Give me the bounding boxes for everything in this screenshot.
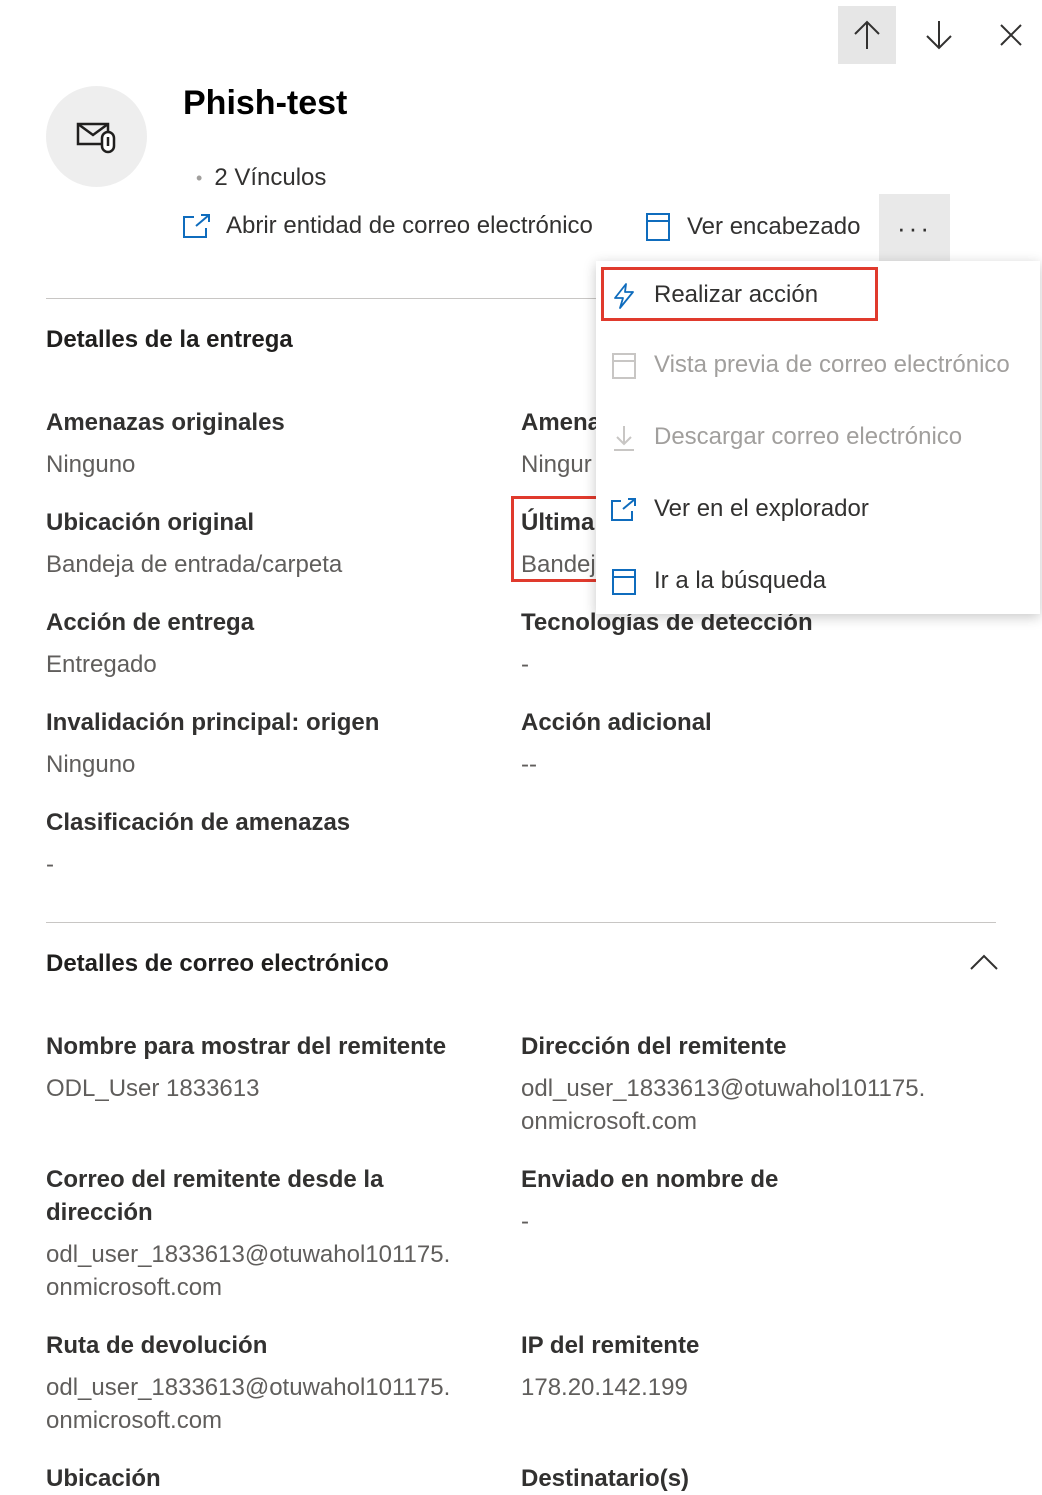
links-count: • 2 Vínculos: [196, 164, 326, 192]
field-label: Destinatario(s): [521, 1465, 690, 1492]
menu-item-label: Descargar correo electrónico: [654, 423, 963, 450]
more-actions-button[interactable]: ···: [879, 194, 950, 262]
open-external-icon: [183, 214, 210, 238]
preview-icon: [612, 353, 636, 379]
next-item-button[interactable]: [910, 6, 968, 64]
field-label: IP del remitente: [521, 1332, 700, 1359]
arrow-down-icon: [926, 21, 952, 50]
field-label-continued: dirección: [46, 1199, 153, 1226]
field-value: odl_user_1833613@otuwahol101175.: [46, 1374, 451, 1401]
field-value: odl_user_1833613@otuwahol101175.: [521, 1075, 926, 1102]
close-icon: [1000, 24, 1022, 46]
email-details-title: Detalles de correo electrónico: [46, 950, 389, 977]
field-value: Ninguno: [46, 451, 136, 478]
field-label: Correo del remitente desde la: [46, 1166, 384, 1193]
field-label: Nombre para mostrar del remitente: [46, 1033, 447, 1060]
field-value: Bandeja de entrada/carpeta: [46, 551, 343, 578]
arrow-up-icon: [854, 20, 880, 49]
menu-item-label: Ver en el explorador: [654, 495, 869, 522]
field-value-continued: onmicrosoft.com: [46, 1274, 223, 1301]
field-label: Ubicación original: [46, 509, 255, 536]
menu-item-go-to-search[interactable]: Ir a la búsqueda: [596, 551, 1040, 611]
field-value: Ningur: [521, 451, 592, 478]
field-label: Amena: [521, 409, 602, 436]
field-value: -: [521, 651, 529, 678]
field-value-continued: onmicrosoft.com: [46, 1407, 223, 1434]
menu-item-view-in-explorer[interactable]: Ver en el explorador: [596, 479, 1040, 539]
chevron-up-icon: [970, 954, 998, 970]
view-header-button[interactable]: Ver encabezado: [645, 212, 860, 242]
field-value-continued: onmicrosoft.com: [521, 1108, 698, 1135]
field-value: -: [46, 851, 54, 878]
field-label: Amenazas originales: [46, 409, 285, 436]
bullet-icon: •: [196, 167, 203, 188]
menu-item-label: Ir a la búsqueda: [654, 567, 827, 594]
more-icon: ···: [897, 212, 932, 243]
collapse-section-button[interactable]: [968, 948, 1000, 978]
field-label: Ruta de devolución: [46, 1332, 268, 1359]
field-value: Ninguno: [46, 751, 136, 778]
window-icon: [612, 569, 636, 595]
field-label: Enviado en nombre de: [521, 1166, 779, 1193]
previous-item-button[interactable]: [838, 6, 896, 64]
window-icon: [646, 213, 670, 241]
email-entity-avatar: [46, 86, 147, 187]
menu-item-download-email[interactable]: Descargar correo electrónico: [596, 407, 1040, 467]
field-label: Clasificación de amenazas: [46, 809, 351, 836]
field-value: 178.20.142.199: [521, 1374, 688, 1401]
field-label: Invalidación principal: origen: [46, 709, 380, 736]
links-count-label: 2 Vínculos: [214, 164, 327, 191]
open-email-entity-label: Abrir entidad de correo electrónico: [226, 212, 593, 239]
open-email-entity-button[interactable]: Abrir entidad de correo electrónico: [182, 212, 593, 240]
field-value: odl_user_1833613@otuwahol101175.: [46, 1241, 451, 1268]
field-value: --: [521, 751, 537, 778]
view-header-label: Ver encabezado: [687, 213, 861, 240]
download-icon: [614, 426, 634, 451]
menu-item-label: Vista previa de correo electrónico: [654, 351, 1010, 378]
field-label: Acción adicional: [521, 709, 712, 736]
menu-item-preview-email[interactable]: Vista previa de correo electrónico: [596, 335, 1040, 395]
open-external-icon: [611, 498, 636, 521]
page-title: Phish-test: [183, 84, 348, 122]
divider: [46, 922, 996, 923]
delivery-details-title: Detalles de la entrega: [46, 326, 293, 353]
field-label: Acción de entrega: [46, 609, 255, 636]
field-value: Entregado: [46, 651, 157, 678]
divider: [46, 298, 596, 299]
field-label: Ubicación: [46, 1465, 161, 1492]
email-attachment-icon: [76, 122, 115, 153]
field-value: -: [521, 1208, 529, 1235]
field-label: Dirección del remitente: [521, 1033, 787, 1060]
field-value: ODL_User 1833613: [46, 1075, 260, 1102]
close-button[interactable]: [982, 6, 1040, 64]
highlight-box: [601, 267, 878, 321]
